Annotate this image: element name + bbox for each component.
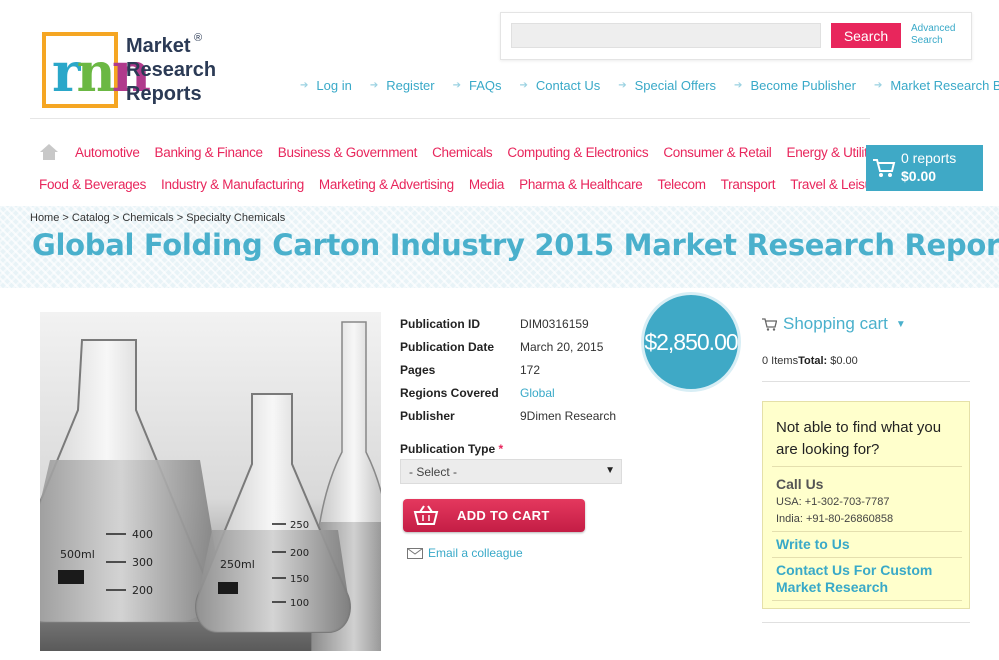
envelope-icon (407, 547, 423, 559)
toplink-login[interactable]: ➔ Log in (300, 76, 352, 94)
add-to-cart-button[interactable]: ADD TO CART (403, 499, 585, 532)
india-phone: India: +91-80-26860858 (776, 513, 894, 525)
category-transport[interactable]: Transport (721, 177, 776, 192)
detail-row-publication-id: Publication ID DIM0316159 (400, 316, 589, 331)
flask-tick-300: 300 (132, 556, 153, 569)
home-icon[interactable] (40, 144, 58, 160)
category-automotive[interactable]: Automotive (75, 145, 140, 160)
cart-report-count: 0 reports (901, 150, 957, 166)
dropdown-arrow-icon: ▼ (605, 465, 615, 476)
toplink-contact-us[interactable]: ➔ Contact Us (520, 76, 601, 94)
category-media[interactable]: Media (469, 177, 505, 192)
detail-row-regions: Regions Covered Global (400, 385, 555, 400)
publication-type-label: Publication Type * (400, 442, 504, 456)
top-links: ➔ Log in ➔ Register ➔ FAQs ➔ Contact Us ➔ Spe… (300, 76, 999, 94)
category-food-beverages[interactable]: Food & Beverages (39, 177, 146, 192)
publication-type-select[interactable]: - Select - ▼ (400, 459, 622, 484)
category-computing-electronics[interactable]: Computing & Electronics (507, 145, 648, 160)
title-band: Home > Catalog > Chemicals > Specialty C… (0, 206, 999, 288)
flask-tick-250: 250 (290, 520, 309, 531)
region-link[interactable]: Global (520, 386, 555, 400)
publication-details: Publication ID DIM0316159 Publication Da… (400, 312, 640, 427)
category-consumer-retail[interactable]: Consumer & Retail (663, 145, 772, 160)
category-banking-finance[interactable]: Banking & Finance (155, 145, 264, 160)
write-to-us-link[interactable]: Write to Us (776, 536, 850, 552)
header-cart[interactable]: 0 reports $0.00 (866, 145, 983, 191)
arrow-icon: ➔ (873, 79, 883, 91)
price: $2,850.00 (644, 328, 738, 355)
flask-label-500ml: 500ml (60, 548, 95, 561)
toplink-become-publisher[interactable]: ➔ Become Publisher (734, 76, 856, 94)
chevron-down-icon: ▼ (895, 318, 906, 330)
site-logo[interactable]: rnn Market Research Reports ® (42, 32, 222, 110)
flask-tick-200: 200 (290, 548, 309, 559)
category-marketing-advertising[interactable]: Marketing & Advertising (319, 177, 454, 192)
detail-row-publisher: Publisher 9Dimen Research (400, 408, 617, 423)
category-chemicals[interactable]: Chemicals (432, 145, 493, 160)
toplink-blog[interactable]: ➔Market Research Blog (874, 76, 999, 94)
cart-icon (762, 317, 777, 331)
toplink-faqs[interactable]: ➔ FAQs (453, 76, 502, 94)
category-nav-row-2: Food & Beverages Industry & Manufacturin… (39, 177, 884, 192)
flask-tick-150: 150 (290, 574, 309, 585)
custom-research-link[interactable]: Contact Us For Custom Market Research (776, 562, 966, 596)
logo-mark: rnn (42, 32, 151, 108)
help-question: Not able to find what you are looking fo… (776, 419, 942, 458)
flask-tick-400: 400 (132, 528, 153, 541)
category-industry-manufacturing[interactable]: Industry & Manufacturing (161, 177, 304, 192)
usa-phone: USA: +1-302-703-7787 (776, 496, 890, 508)
header-divider (30, 118, 870, 119)
logo-wordmark: Market Research Reports (126, 35, 217, 105)
sidebar-divider (762, 622, 970, 623)
registered-mark: ® (194, 32, 203, 44)
flask-tick-200: 200 (132, 584, 153, 597)
product-image: 500ml 400 300 200 250ml 250 200 150 100 (40, 312, 381, 651)
sidebar-cart-summary: 0 ItemsTotal: $0.00 (762, 355, 858, 367)
detail-row-pages: Pages 172 (400, 362, 541, 377)
basket-icon (413, 505, 439, 525)
category-business-government[interactable]: Business & Government (278, 145, 418, 160)
arrow-icon: ➔ (618, 79, 627, 91)
page-title: Global Folding Carton Industry 2015 Mark… (32, 228, 999, 262)
advanced-search-link[interactable]: Advanced Search (911, 23, 969, 47)
sidebar-cart-toggle[interactable]: Shopping cart ▼ (762, 314, 906, 334)
cart-icon (873, 159, 896, 177)
cart-total: $0.00 (901, 168, 937, 184)
category-nav-row-1: Automotive Banking & Finance Business & … (75, 145, 884, 160)
flask-label-250ml: 250ml (220, 558, 255, 571)
flask-tick-100: 100 (290, 598, 309, 609)
detail-row-publication-date: Publication Date March 20, 2015 (400, 339, 604, 354)
category-pharma-healthcare[interactable]: Pharma & Healthcare (519, 177, 643, 192)
search-panel: Search Advanced Search (500, 12, 972, 60)
arrow-icon: ➔ (734, 79, 743, 91)
help-box: Not able to find what you are looking fo… (762, 401, 970, 609)
price-badge: $2,850.00 (641, 292, 741, 392)
required-mark: * (498, 442, 504, 456)
arrow-icon: ➔ (300, 79, 309, 91)
breadcrumb[interactable]: Home > Catalog > Chemicals > Specialty C… (30, 212, 285, 224)
toplink-special-offers[interactable]: ➔ Special Offers (618, 76, 716, 94)
sidebar-divider (762, 381, 970, 382)
call-us-heading: Call Us (776, 476, 824, 492)
category-telecom[interactable]: Telecom (658, 177, 706, 192)
search-input[interactable] (511, 23, 821, 48)
arrow-icon: ➔ (519, 79, 528, 91)
arrow-icon: ➔ (452, 79, 462, 91)
email-colleague-link[interactable]: Email a colleague (407, 546, 523, 560)
search-button[interactable]: Search (831, 23, 901, 48)
arrow-icon: ➔ (369, 79, 379, 91)
toplink-register[interactable]: ➔ Register (370, 76, 435, 94)
